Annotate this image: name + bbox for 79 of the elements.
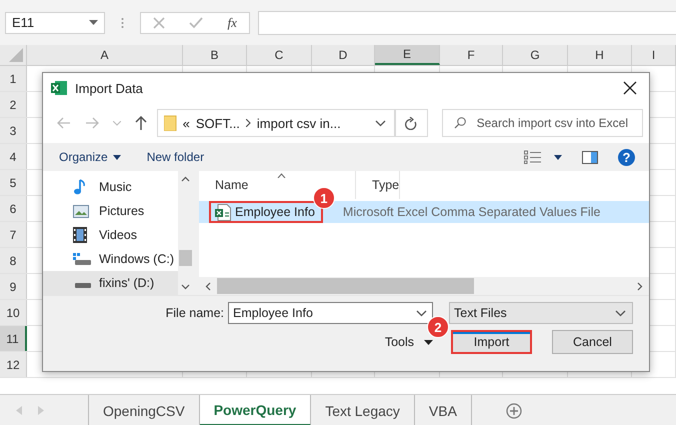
breadcrumb-item[interactable]: import csv in... [256, 116, 341, 130]
caret-icon[interactable] [554, 154, 562, 160]
spreadsheet-app-icon [51, 80, 67, 96]
column-header[interactable]: E [375, 45, 440, 65]
column-header[interactable]: A [27, 45, 183, 65]
row-header[interactable]: 9 [0, 274, 27, 299]
cancel-button[interactable]: Cancel [552, 330, 633, 354]
search-field[interactable]: Search import csv into Excel [442, 109, 643, 137]
sheet-tab[interactable]: PowerQuery [200, 395, 312, 425]
column-header[interactable]: C [247, 45, 312, 65]
column-header[interactable]: H [568, 45, 632, 65]
caret-icon [112, 154, 121, 160]
help-button[interactable]: ? [618, 148, 635, 166]
name-box[interactable]: E11 [5, 12, 105, 34]
sidebar-item[interactable]: Windows (C:) [43, 247, 178, 271]
row-header[interactable]: 2 [0, 92, 27, 117]
column-header[interactable]: I [632, 45, 676, 65]
row-header[interactable]: 10 [0, 300, 27, 325]
close-icon[interactable] [623, 81, 637, 95]
chevron-down-icon[interactable] [416, 310, 427, 317]
file-type-dropdown[interactable]: Text Files [449, 302, 633, 324]
scroll-left-icon[interactable] [205, 282, 211, 290]
sidebar-item[interactable]: Pictures [43, 199, 178, 223]
caret-icon[interactable] [424, 340, 433, 344]
row-header[interactable]: 3 [0, 118, 27, 143]
file-name-label: File name: [166, 306, 224, 320]
chevron-icon [246, 119, 251, 127]
refresh-icon[interactable] [405, 116, 418, 130]
picture-icon [73, 204, 91, 218]
tools-menu[interactable]: Tools [384, 335, 414, 349]
scroll-right-icon[interactable] [637, 282, 643, 290]
column-header[interactable]: G [503, 45, 568, 65]
drive-icon [73, 253, 91, 265]
grip-icon [121, 16, 124, 28]
row-header[interactable]: 4 [0, 144, 27, 169]
organize-menu[interactable]: Organize [59, 150, 121, 164]
column-header[interactable]: Type [356, 171, 400, 199]
scrollbar-thumb[interactable] [217, 278, 474, 294]
caret-icon [89, 20, 98, 25]
row-header[interactable]: 1 [0, 66, 27, 91]
scrollbar-thumb[interactable] [179, 250, 192, 266]
sidebar-item[interactable]: Music [43, 175, 178, 199]
row-header[interactable]: 7 [0, 222, 27, 247]
row-header[interactable]: 5 [0, 170, 27, 195]
row-header[interactable]: 11 [0, 326, 27, 351]
sidebar-item[interactable]: Videos [43, 223, 178, 247]
sheet-tab[interactable]: VBA [414, 395, 472, 425]
import-button[interactable]: Import [451, 330, 532, 354]
folder-icon [164, 115, 177, 131]
file-type: Microsoft Excel Comma Separated Values File [342, 205, 600, 219]
csv-file-icon [215, 204, 231, 220]
step-badge: 1 [312, 187, 335, 209]
up-arrow-icon[interactable] [134, 116, 147, 130]
add-sheet-icon[interactable] [506, 402, 522, 418]
row-header[interactable]: 8 [0, 248, 27, 273]
row-header[interactable]: 6 [0, 196, 27, 221]
sheet-tab[interactable]: Text Legacy [311, 395, 415, 425]
search-icon [454, 117, 466, 129]
address-bar[interactable]: « SOFT... import csv in... [156, 109, 395, 137]
new-folder-button[interactable]: New folder [146, 150, 204, 164]
insert-function-button[interactable]: fx [228, 14, 237, 30]
scroll-up-icon[interactable] [181, 176, 190, 182]
view-list-icon[interactable] [524, 150, 542, 164]
chevron-down-icon[interactable] [374, 120, 386, 126]
column-header[interactable]: F [440, 45, 503, 65]
dialog-title: Import Data [75, 80, 144, 96]
check-icon[interactable] [189, 16, 204, 28]
formula-input[interactable] [258, 10, 676, 34]
row-header[interactable]: 12 [0, 352, 27, 377]
sidebar-item[interactable]: fixins' (D:) [43, 271, 178, 295]
file-name-field[interactable]: Employee Info [228, 302, 433, 324]
breadcrumb-item[interactable]: SOFT... [196, 116, 240, 130]
sort-caret-icon [277, 173, 286, 178]
column-header[interactable]: B [183, 45, 247, 65]
chevron-down-icon [615, 310, 626, 316]
step-badge: 2 [427, 316, 449, 338]
scroll-down-icon[interactable] [181, 284, 190, 290]
preview-pane-icon[interactable] [582, 150, 598, 164]
breadcrumb-separator: « [182, 116, 190, 130]
